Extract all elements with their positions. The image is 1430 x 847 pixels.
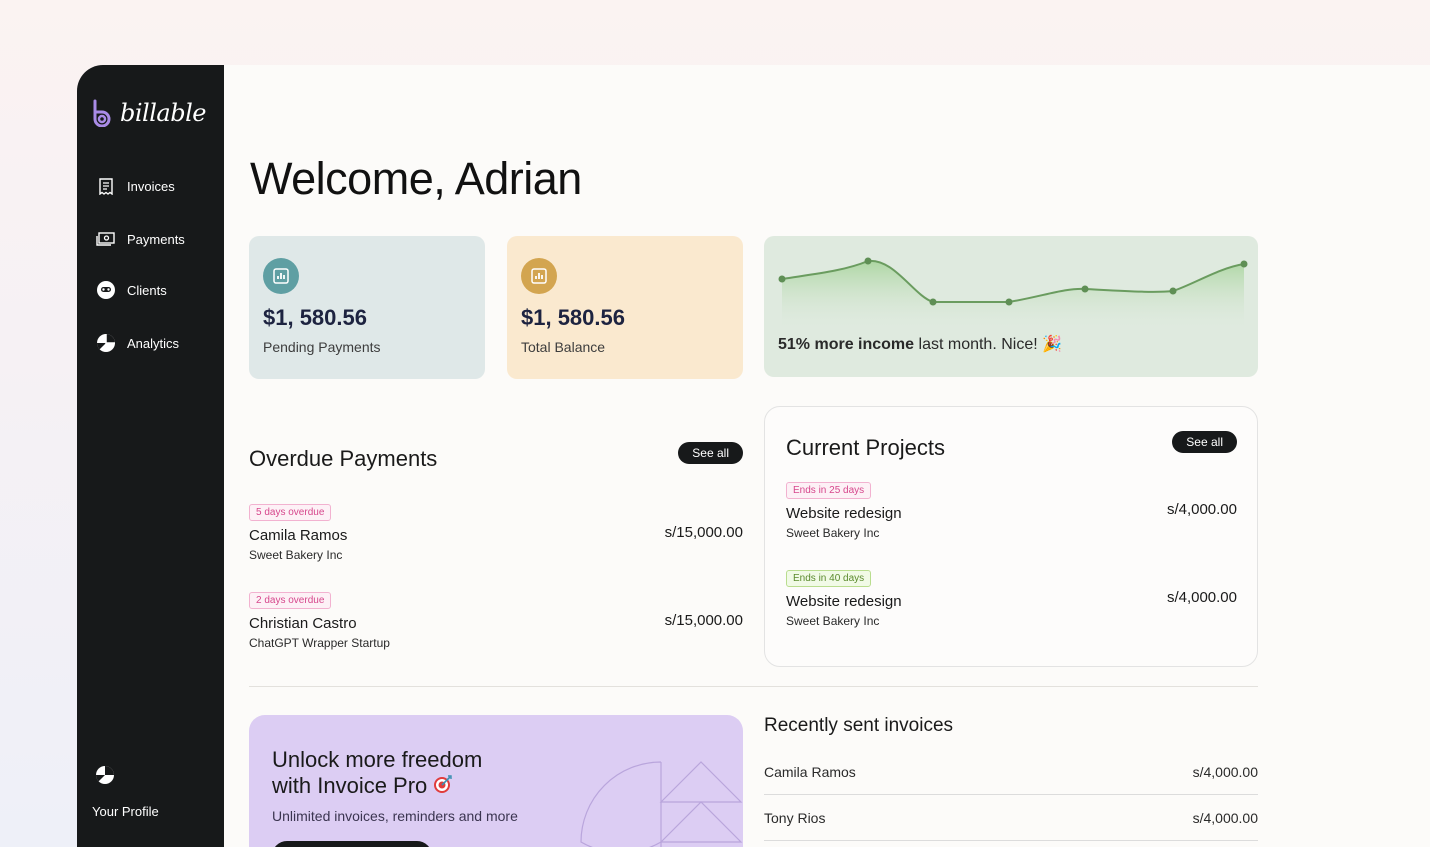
- pending-payments-card[interactable]: $1, 580.56 Pending Payments: [249, 236, 485, 379]
- overdue-row[interactable]: 5 days overdue Camila Ramos Sweet Bakery…: [249, 502, 743, 572]
- projects-see-all-button[interactable]: See all: [1172, 431, 1237, 453]
- stat-label: Pending Payments: [263, 339, 381, 355]
- overdue-see-all-button[interactable]: See all: [678, 442, 743, 464]
- pie-chart-icon: [95, 332, 117, 354]
- project-tag: Ends in 25 days: [786, 482, 872, 499]
- invoice-pro-promo[interactable]: Unlock more freedom with Invoice Pro Unl…: [249, 715, 743, 847]
- project-row[interactable]: Ends in 40 days Website redesign Sweet B…: [786, 568, 1237, 638]
- stat-value: $1, 580.56: [263, 305, 367, 330]
- client-company: Sweet Bakery Inc: [249, 548, 343, 562]
- profile-link[interactable]: Your Profile: [92, 765, 159, 819]
- overdue-amount: s/15,000.00: [664, 524, 743, 541]
- promo-title-line: Unlock more freedom: [272, 747, 483, 772]
- total-balance-card[interactable]: $1, 580.56 Total Balance: [507, 236, 743, 379]
- project-amount: s/4,000.00: [1166, 501, 1237, 518]
- chart-point: [1081, 285, 1089, 293]
- sidebar-item-invoices[interactable]: Invoices: [95, 175, 175, 197]
- overdue-tag: 5 days overdue: [249, 504, 332, 521]
- overdue-payments-section: Overdue Payments See all 5 days overdue …: [249, 442, 743, 660]
- profile-icon: [95, 765, 159, 790]
- invoice-row[interactable]: Camila Ramos s/4,000.00: [764, 749, 1258, 795]
- target-icon: [433, 774, 453, 800]
- promo-cta-button[interactable]: [272, 841, 432, 847]
- sidebar-item-analytics[interactable]: Analytics: [95, 332, 179, 354]
- chart-point: [1240, 260, 1248, 268]
- overdue-row[interactable]: 2 days overdue Christian Castro ChatGPT …: [249, 590, 743, 660]
- recent-title: Recently sent invoices: [764, 715, 954, 736]
- sidebar-item-label: Analytics: [127, 335, 180, 351]
- sidebar-item-clients[interactable]: Clients: [95, 279, 167, 301]
- stat-label: Total Balance: [521, 339, 606, 355]
- project-amount: s/4,000.00: [1166, 589, 1237, 606]
- stat-value: $1, 580.56: [521, 305, 625, 330]
- sidebar-item-label: Payments: [127, 231, 185, 247]
- chart-point: [1005, 298, 1013, 306]
- client-company: ChatGPT Wrapper Startup: [249, 636, 390, 650]
- chart-point: [778, 275, 786, 283]
- bar-chart-icon: [263, 258, 299, 294]
- money-icon: [95, 228, 117, 250]
- overdue-tag: 2 days overdue: [249, 592, 332, 609]
- client-icon: [95, 279, 117, 301]
- promo-title: Unlock more freedom with Invoice Pro: [272, 747, 482, 800]
- project-row[interactable]: Ends in 25 days Website redesign Sweet B…: [786, 480, 1237, 550]
- invoice-row[interactable]: Tony Rios s/4,000.00: [764, 795, 1258, 841]
- app-window: billable Invoices Payments Clients Analy…: [77, 65, 1430, 847]
- recent-invoices-section: Recently sent invoices Camila Ramos s/4,…: [764, 715, 1258, 841]
- chart-point: [929, 298, 937, 306]
- chart-point: [864, 257, 872, 265]
- current-projects-card: Current Projects See all Ends in 25 days…: [764, 406, 1258, 667]
- promo-title-line: with Invoice Pro: [272, 773, 428, 798]
- project-company: Sweet Bakery Inc: [786, 614, 880, 628]
- project-tag: Ends in 40 days: [786, 570, 872, 587]
- overdue-title: Overdue Payments: [249, 446, 438, 471]
- income-caption: 51% more income last month. Nice! 🎉: [778, 334, 1062, 354]
- promo-subtitle: Unlimited invoices, reminders and more: [272, 808, 518, 824]
- logo-icon: [93, 99, 111, 127]
- income-caption-bold: 51% more income: [778, 336, 915, 353]
- income-sparkline: [778, 257, 1248, 328]
- invoice-client: Camila Ramos: [764, 763, 856, 780]
- income-chart-card[interactable]: 51% more income last month. Nice! 🎉: [764, 236, 1258, 377]
- projects-title: Current Projects: [786, 435, 945, 460]
- sidebar-item-label: Invoices: [127, 178, 175, 194]
- sidebar: billable Invoices Payments Clients Analy…: [77, 65, 224, 847]
- income-caption-rest: last month. Nice! 🎉: [918, 336, 1063, 353]
- page-title: Welcome, Adrian: [250, 153, 582, 204]
- sidebar-item-payments[interactable]: Payments: [95, 228, 185, 250]
- promo-decorative-shapes: [580, 761, 743, 847]
- invoice-client: Tony Rios: [764, 809, 826, 826]
- section-divider: [249, 686, 1258, 687]
- invoice-amount: s/4,000.00: [1192, 763, 1258, 780]
- sidebar-item-label: Clients: [127, 282, 167, 298]
- overdue-amount: s/15,000.00: [664, 612, 743, 629]
- receipt-icon: [95, 175, 117, 197]
- project-company: Sweet Bakery Inc: [786, 526, 880, 540]
- logo[interactable]: billable: [92, 99, 206, 127]
- invoice-amount: s/4,000.00: [1192, 809, 1258, 826]
- profile-label: Your Profile: [92, 804, 159, 819]
- chart-point: [1169, 287, 1177, 295]
- brand-name: billable: [120, 99, 206, 127]
- bar-chart-icon: [521, 258, 557, 294]
